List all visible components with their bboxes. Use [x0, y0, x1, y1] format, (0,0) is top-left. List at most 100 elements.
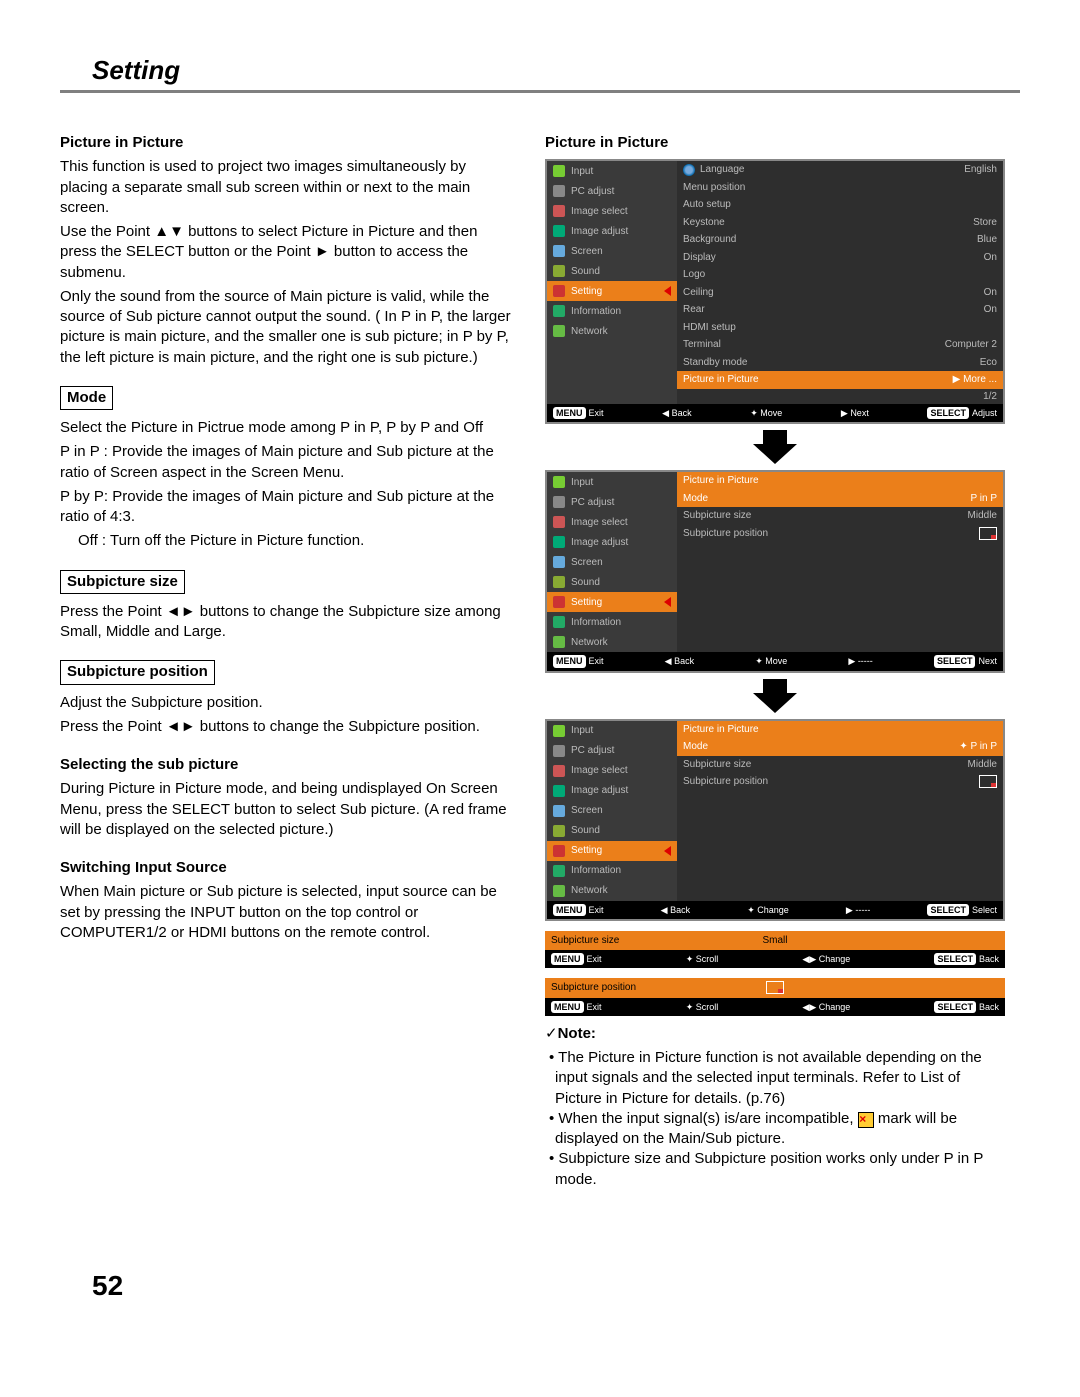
setting-row[interactable]: Subpicture position [677, 525, 1003, 543]
sidebar-item-image-select[interactable]: Image select [547, 512, 677, 532]
sidebar-item-input[interactable]: Input [547, 721, 677, 741]
menu-icon [553, 725, 565, 737]
down-arrow-icon [753, 430, 797, 464]
setting-row[interactable]: DisplayOn [677, 249, 1003, 267]
sidebar-item-network[interactable]: Network [547, 321, 677, 341]
setting-row[interactable]: TerminalComputer 2 [677, 336, 1003, 354]
sidebar-item-setting[interactable]: Setting [547, 281, 677, 301]
sidebar-item-information[interactable]: Information [547, 612, 677, 632]
menu-icon [553, 745, 565, 757]
menu-icon [553, 865, 565, 877]
menu-icon [553, 285, 565, 297]
sidebar-item-information[interactable]: Information [547, 861, 677, 881]
menu-icon [553, 265, 565, 277]
sidebar-item-setting[interactable]: Setting [547, 841, 677, 861]
pip-intro: This function is used to project two ima… [60, 157, 515, 218]
sidebar-item-input[interactable]: Input [547, 161, 677, 181]
sidebar-item-pc-adjust[interactable]: PC adjust [547, 181, 677, 201]
setting-row[interactable]: CeilingOn [677, 284, 1003, 302]
sidebar-item-input[interactable]: Input [547, 472, 677, 492]
subpos-heading: Subpicture position [60, 660, 215, 684]
hint-item: ✦ Change [747, 904, 789, 916]
menu-icon [553, 785, 565, 797]
setting-row[interactable]: Auto setup [677, 196, 1003, 214]
setting-row[interactable]: BackgroundBlue [677, 231, 1003, 249]
sidebar-item-image-adjust[interactable]: Image adjust [547, 781, 677, 801]
sidebar-item-setting[interactable]: Setting [547, 592, 677, 612]
right-heading: Picture in Picture [545, 133, 1005, 153]
setting-row[interactable]: Subpicture sizeMiddle [677, 507, 1003, 525]
hint-item: ▶ ----- [848, 655, 872, 667]
setting-row[interactable]: Subpicture position [677, 773, 1003, 791]
sidebar-item-pc-adjust[interactable]: PC adjust [547, 741, 677, 761]
menu-icon [553, 476, 565, 488]
sidebar-item-pc-adjust[interactable]: PC adjust [547, 492, 677, 512]
menu-icon [553, 185, 565, 197]
osd-menu-2: InputPC adjustImage selectImage adjustSc… [545, 470, 1005, 672]
setting-row[interactable]: Logo [677, 266, 1003, 284]
pip-heading: Picture in Picture [60, 133, 515, 153]
sidebar-item-sound[interactable]: Sound [547, 821, 677, 841]
sidebar-item-network[interactable]: Network [547, 881, 677, 901]
hint-item: ◀▶ Change [802, 1001, 850, 1013]
mode-pinp: P in P : Provide the images of Main pict… [60, 442, 515, 483]
right-column: Picture in Picture InputPC adjustImage s… [545, 123, 1005, 1190]
sidebar-item-screen[interactable]: Screen [547, 241, 677, 261]
menu-icon [553, 225, 565, 237]
subpos-bar: Subpicture position [545, 978, 1005, 998]
osd-menu-1: InputPC adjustImage selectImage adjustSc… [545, 159, 1005, 424]
note-2: • When the input signal(s) is/are incomp… [545, 1109, 1005, 1150]
setting-row[interactable]: ModeP in P [677, 490, 1003, 508]
sidebar-item-screen[interactable]: Screen [547, 552, 677, 572]
sidebar-item-sound[interactable]: Sound [547, 572, 677, 592]
menu-icon [553, 805, 565, 817]
caret-icon [664, 846, 671, 856]
down-arrow-icon [753, 679, 797, 713]
menu-icon [553, 556, 565, 568]
setting-row[interactable]: Subpicture sizeMiddle [677, 756, 1003, 774]
setting-row[interactable]: KeystoneStore [677, 214, 1003, 232]
sidebar-item-screen[interactable]: Screen [547, 801, 677, 821]
subsize-heading: Subpicture size [60, 570, 185, 594]
hint-item: ▶ Next [841, 407, 869, 419]
mode-heading: Mode [60, 386, 113, 410]
menu-icon [553, 496, 565, 508]
setting-row[interactable]: Standby modeEco [677, 354, 1003, 372]
hint-item: SELECTNext [934, 655, 997, 667]
caret-icon [664, 286, 671, 296]
subsize-text: Press the Point ◄► buttons to change the… [60, 602, 515, 643]
menu-icon [553, 576, 565, 588]
osd-menu-3: InputPC adjustImage selectImage adjustSc… [545, 719, 1005, 921]
hint-item: ✦ Scroll [686, 1001, 719, 1013]
menu-icon [553, 596, 565, 608]
setting-row[interactable]: Menu position [677, 179, 1003, 197]
note-3: • Subpicture size and Subpicture positio… [545, 1149, 1005, 1190]
hint-item: MENUExit [553, 407, 604, 419]
hint-item: SELECTSelect [927, 904, 997, 916]
hint-item: ◀▶ Change [802, 953, 850, 965]
hint-item: ◀ Back [665, 655, 694, 667]
position-icon [766, 981, 784, 994]
left-column: Picture in Picture This function is used… [60, 123, 515, 1190]
mode-intro: Select the Picture in Pictrue mode among… [60, 418, 515, 438]
sidebar-item-image-select[interactable]: Image select [547, 201, 677, 221]
sidebar-item-image-select[interactable]: Image select [547, 761, 677, 781]
subpos-text1: Adjust the Subpicture position. [60, 693, 515, 713]
hint-item: MENUExit [553, 904, 604, 916]
sidebar-item-image-adjust[interactable]: Image adjust [547, 221, 677, 241]
sidebar-item-information[interactable]: Information [547, 301, 677, 321]
setting-row[interactable]: RearOn [677, 301, 1003, 319]
menu-icon [553, 616, 565, 628]
switching-heading: Switching Input Source [60, 858, 515, 878]
hint-item: ✦ Move [755, 655, 787, 667]
sidebar-item-sound[interactable]: Sound [547, 261, 677, 281]
sidebar-item-image-adjust[interactable]: Image adjust [547, 532, 677, 552]
mode-off: Off : Turn off the Picture in Picture fu… [60, 531, 515, 551]
hint-item: MENUExit [551, 1001, 602, 1013]
pip-use: Use the Point ▲▼ buttons to select Pictu… [60, 222, 515, 283]
menu-icon [553, 845, 565, 857]
menu-icon [553, 165, 565, 177]
setting-row[interactable]: Mode✦ P in P [677, 738, 1003, 756]
setting-row[interactable]: HDMI setup [677, 319, 1003, 337]
sidebar-item-network[interactable]: Network [547, 632, 677, 652]
